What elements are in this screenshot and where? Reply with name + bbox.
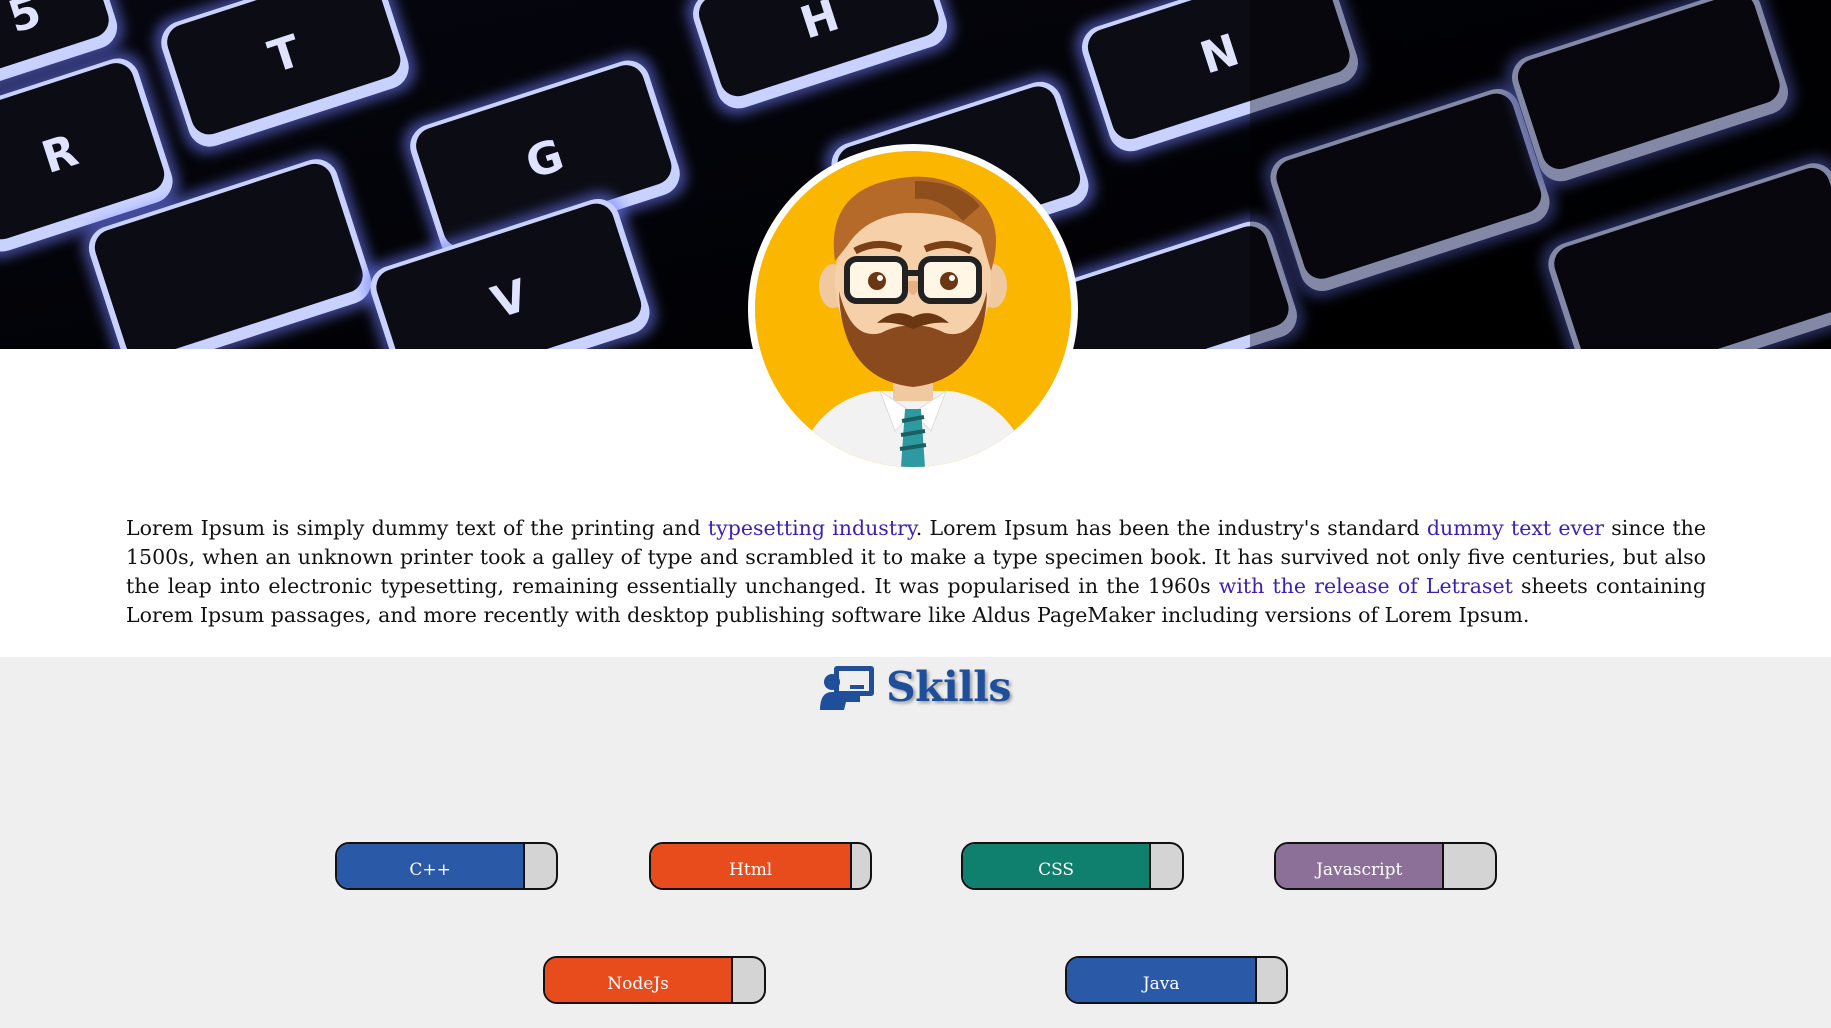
teacher-presentation-icon [820,666,875,710]
skills-header: Skills [0,657,1831,717]
body-text: Lorem Ipsum is simply dummy text of the … [126,515,708,540]
skill-bar-css: CSS [961,842,1184,890]
highlighted-text: typesetting industry [707,515,916,540]
skill-name: Javascript [1316,860,1403,880]
skills-section: Skills C++ Html CSS Javascript NodeJs Java [0,657,1831,1028]
skill-bar-c: C++ [335,842,558,890]
skill-name: CSS [1038,860,1075,880]
highlighted-text: with the release of Letraset [1218,574,1513,599]
skill-name: Html [729,860,773,880]
skill-name: Java [1142,974,1180,994]
body-text: . Lorem Ipsum has been the industry's st… [915,515,1427,540]
highlighted-text: dummy text ever [1426,515,1605,540]
skill-bar-java: Java [1065,956,1288,1004]
skill-bar-nodejs: NodeJs [543,956,766,1004]
profile-avatar [748,144,1078,474]
developer-avatar-illustration [755,151,1071,467]
skill-name: NodeJs [607,974,669,994]
skill-bar-javascript: Javascript [1274,842,1497,890]
skill-name: C++ [409,860,451,880]
about-paragraph: Lorem Ipsum is simply dummy text of the … [126,514,1706,631]
skill-bar-html: Html [649,842,872,890]
skills-title: Skills [886,663,1011,711]
